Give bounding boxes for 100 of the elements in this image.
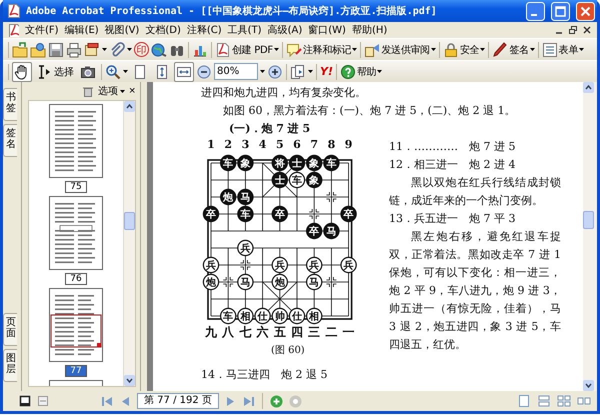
chess-piece: 卒 (340, 206, 357, 222)
page-thumbnail[interactable] (49, 104, 103, 178)
pdf-icon (6, 3, 22, 19)
menu-item[interactable]: 帮助(H) (352, 23, 388, 37)
menu-item[interactable]: 窗口(W) (308, 23, 346, 37)
chess-piece: 车 (220, 154, 236, 172)
chess-piece: 帅 (272, 308, 288, 324)
zoom-in-button-icon[interactable] (267, 64, 283, 80)
column-number: 三 (308, 325, 320, 339)
page-number-field[interactable]: 第 77 / 192 页 (137, 393, 219, 409)
chess-piece: 象 (237, 154, 254, 172)
menu-item[interactable]: 文件(F) (25, 23, 59, 37)
chess-piece: 将 (272, 154, 288, 172)
chess-piece: 相 (237, 308, 254, 324)
continuous-icon[interactable] (537, 394, 551, 408)
page-icon (132, 64, 148, 80)
zoom-in-icon[interactable] (105, 64, 121, 80)
scroll-thumb[interactable] (124, 212, 135, 230)
menu-item[interactable]: 注释(C) (186, 23, 222, 37)
side-tab[interactable]: 页面 (3, 313, 17, 346)
figure-caption: (图 60) (271, 344, 305, 358)
forms-button[interactable]: 表单 (542, 40, 584, 60)
chess-piece: 仕 (288, 308, 306, 324)
close-button[interactable]: × (129, 85, 136, 97)
menu-item[interactable]: 编辑(E) (64, 23, 99, 37)
body-text: 如图 60，黑方着法有：(一)、炮 7 进 5，(二)、炮 2 退 1。 (222, 103, 517, 119)
move-line: 12．相三进一 炮 2 进 4 (389, 157, 516, 173)
caret-icon (530, 48, 535, 51)
side-tab[interactable]: 签名 (3, 124, 17, 157)
body-text: 进四和炮九进四，均有复杂变化。 (201, 85, 367, 101)
restore-icon[interactable] (569, 26, 577, 34)
page-number-label[interactable]: 77 (65, 365, 87, 377)
stamp-button[interactable]: 印 (134, 42, 149, 57)
menu-item[interactable]: 高级(A) (268, 23, 302, 37)
documents-icon[interactable] (84, 42, 100, 58)
page-number-label[interactable]: 75 (65, 181, 87, 193)
trash-icon[interactable] (82, 85, 94, 97)
caret-icon (102, 48, 107, 51)
paperclip-icon[interactable] (109, 42, 125, 58)
page-thumbnail[interactable] (49, 196, 103, 270)
yahoo-logo[interactable]: Y! (320, 65, 333, 78)
body-text: 黑左炮右移，避免红退车捉双，正常着法。黑如改走卒 7 进 1 保炮，可有以下变化：相一进三，炮 2 平 9，车八进九，炮 9 进 3，帅五进一（有惊无险，佳着），马 3 退 2，炮五进四，象 3 进 5，车四退五，红优。 (389, 229, 561, 353)
fit-width-button[interactable] (174, 62, 194, 82)
side-tab[interactable]: 书签 (3, 88, 17, 121)
close-icon[interactable] (583, 26, 591, 34)
zoom-field[interactable]: 80% (214, 63, 258, 80)
select-tool-button[interactable]: 选择 (34, 62, 76, 82)
print-icon[interactable] (66, 42, 82, 58)
body-text: 黑以双炮在红兵行线结成封锁链，成近年来的一个热门变例。 (389, 175, 561, 209)
globe-icon[interactable] (151, 42, 167, 58)
scrollbar[interactable] (123, 101, 135, 386)
menu-item[interactable]: 文档(D) (145, 23, 181, 37)
chess-piece: 卒 (272, 206, 288, 222)
text-cursor-icon (36, 64, 52, 80)
comment-markup-button[interactable]: 注释和标记 (286, 40, 358, 60)
pen-icon (492, 42, 508, 58)
zoom-out-icon[interactable] (196, 64, 212, 80)
create-pdf-button[interactable]: 创建 PDF (215, 40, 279, 60)
page-view-icon[interactable] (19, 395, 31, 407)
send-review-button[interactable]: 发送供审阅 (364, 40, 436, 60)
chess-piece: 士 (272, 172, 288, 188)
scrollbar[interactable] (583, 82, 597, 391)
chess-piece: 兵 (272, 256, 288, 274)
close-button[interactable] (576, 2, 595, 20)
column-number: 六 (256, 325, 269, 339)
security-button[interactable]: 安全 (442, 40, 486, 60)
save-icon[interactable] (48, 42, 64, 58)
column-number: 一 (342, 325, 355, 339)
menu-item[interactable]: 工具(T) (228, 23, 262, 37)
maximize-button[interactable] (551, 2, 570, 20)
column-number: 8 (328, 138, 336, 151)
column-number: 九 (205, 325, 217, 339)
scroll-thumb[interactable] (583, 211, 594, 229)
chess-piece: 象 (306, 154, 322, 172)
minimize-button[interactable] (526, 2, 545, 20)
options-button[interactable]: 选项 (98, 84, 125, 98)
folders-icon[interactable] (30, 42, 46, 58)
continuous-facing-icon[interactable] (557, 394, 571, 408)
hand-tool-button[interactable] (12, 62, 32, 82)
window-title: Adobe Acrobat Professional - [[中国象棋龙虎斗—布局诀窍].方政亚.扫描版.pdf] (26, 4, 438, 18)
single-page-icon[interactable] (517, 394, 531, 408)
move-line: 14．马三进四 炮 2 退 5 (201, 367, 328, 383)
chess-piece: 马 (237, 274, 254, 290)
page-number-label[interactable]: 76 (65, 273, 87, 285)
menu-item[interactable]: 视图(V) (104, 23, 140, 37)
page-thumbnail[interactable] (49, 288, 103, 362)
caret-icon (127, 48, 132, 51)
help-button[interactable]: 帮助 (340, 62, 382, 82)
chess-piece: 车 (323, 154, 340, 172)
column-number: 四 (291, 325, 303, 339)
form-icon (542, 42, 558, 58)
column-number: 3 (242, 138, 250, 151)
chess-piece: 车 (220, 308, 236, 324)
chess-piece: 相 (306, 308, 322, 324)
chess-piece: 士 (288, 154, 306, 172)
side-tab[interactable]: 图层 (3, 349, 17, 382)
sign-button[interactable]: 签名 (492, 40, 535, 60)
chess-piece: 炮 (272, 274, 288, 290)
open-folder-icon[interactable] (12, 42, 28, 58)
rotate-pages-icon[interactable] (290, 64, 306, 80)
